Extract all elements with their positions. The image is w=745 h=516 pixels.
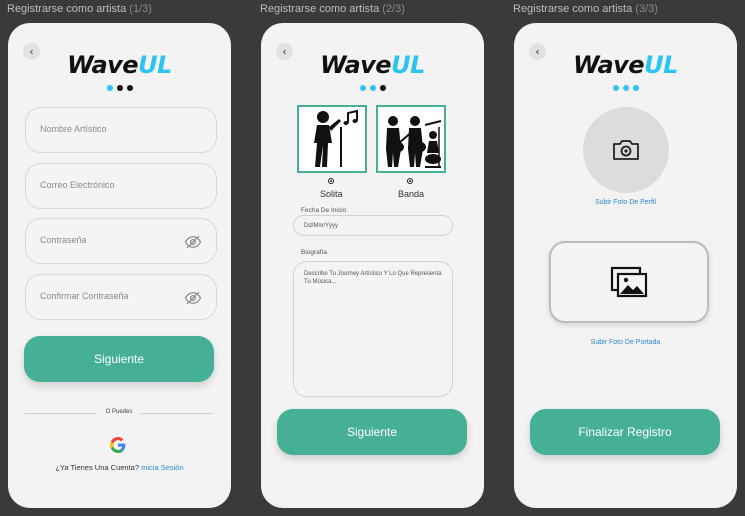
bio-label: Biografía	[301, 249, 328, 256]
frame-title-text: Registrarse como artista	[7, 3, 127, 15]
cover-photo-link[interactable]: Subir Foto De Portada	[514, 339, 737, 346]
frame-title-step-3: Registrarse como artista (3/3)	[513, 3, 658, 15]
eye-off-icon[interactable]	[184, 233, 202, 251]
frame-title-step-1: Registrarse como artista (1/3)	[7, 3, 152, 15]
email-input[interactable]: Correo Electrónico	[25, 163, 217, 209]
divider-text: O Puedes	[105, 409, 133, 415]
next-button[interactable]: Siguiente	[277, 409, 467, 455]
profile-photo-link[interactable]: Subir Foto De Perfil	[514, 199, 737, 206]
finish-registration-button[interactable]: Finalizar Registro	[530, 409, 720, 455]
step-dot-done	[359, 85, 366, 91]
or-divider: O Puedes	[25, 407, 213, 419]
logo-text-wave: Wave	[573, 51, 645, 79]
start-date-placeholder: Dd/Mm/Yyyy	[304, 223, 339, 229]
password-placeholder: Contraseña	[40, 235, 87, 245]
image-gallery-icon	[610, 266, 648, 298]
step-dot-active	[632, 85, 639, 91]
step-dot-done	[622, 85, 629, 91]
band-label: Banda	[398, 189, 425, 199]
logo-text-ul: UL	[138, 51, 172, 79]
step-dot-active	[369, 85, 376, 91]
frame-step-text: (3/3)	[635, 3, 658, 15]
logo-text-wave: Wave	[67, 51, 139, 79]
step-dot	[126, 85, 133, 91]
eye-off-icon[interactable]	[184, 289, 202, 307]
bio-placeholder: Describe Tu Journey Artístico Y Lo Que R…	[304, 271, 442, 286]
artist-name-input[interactable]: Nombre Artístico	[25, 107, 217, 153]
solo-option-card[interactable]	[297, 105, 367, 173]
band-option-card[interactable]	[376, 105, 446, 173]
frame-title-text: Registrarse como artista	[260, 3, 380, 15]
signin-prompt: ¿Ya Tienes Una Cuenta? Inicia Sesión	[8, 463, 231, 472]
camera-icon	[613, 140, 639, 160]
frame-step-text: (1/3)	[129, 3, 152, 15]
start-date-input[interactable]: Dd/Mm/Yyyy	[293, 215, 453, 236]
step-dot-done	[612, 85, 619, 91]
confirm-password-placeholder: Confirmar Contraseña	[40, 291, 129, 301]
bio-textarea[interactable]: Describe Tu Journey Artístico Y Lo Que R…	[293, 261, 453, 397]
step-dot	[116, 85, 123, 91]
start-date-label: Fecha De Inicio	[301, 207, 347, 214]
frame-step-text: (2/3)	[382, 3, 405, 15]
screen-step-2: ‹ WaveUL Solita Banda Fecha De Inicio Dd…	[261, 23, 484, 508]
step-indicator	[261, 85, 484, 91]
divider-line	[141, 413, 213, 414]
profile-photo-upload[interactable]	[583, 107, 669, 193]
step-indicator	[514, 85, 737, 91]
login-link[interactable]: Inicia Sesión	[141, 463, 184, 472]
solo-radio[interactable]	[328, 178, 334, 184]
step-dot	[379, 85, 386, 91]
email-placeholder: Correo Electrónico	[40, 180, 115, 190]
frame-title-step-2: Registrarse como artista (2/3)	[260, 3, 405, 15]
step-indicator	[8, 85, 231, 91]
confirm-password-input[interactable]: Confirmar Contraseña	[25, 274, 217, 320]
band-icon	[386, 116, 442, 168]
logo-text-ul: UL	[391, 51, 425, 79]
app-logo: WaveUL	[8, 51, 231, 79]
logo-text-wave: Wave	[320, 51, 392, 79]
password-input[interactable]: Contraseña	[25, 218, 217, 264]
app-logo: WaveUL	[261, 51, 484, 79]
step-dot-active	[106, 85, 113, 91]
solo-label: Solita	[320, 189, 343, 199]
have-account-text: ¿Ya Tienes Una Cuenta?	[55, 463, 140, 472]
screen-step-1: ‹ WaveUL Nombre Artístico Correo Electró…	[8, 23, 231, 508]
google-icon[interactable]	[110, 437, 126, 453]
artist-name-placeholder: Nombre Artístico	[40, 124, 107, 134]
solo-singer-icon	[314, 109, 358, 167]
logo-text-ul: UL	[644, 51, 678, 79]
band-radio[interactable]	[407, 178, 413, 184]
next-button[interactable]: Siguiente	[24, 336, 214, 382]
frame-title-text: Registrarse como artista	[513, 3, 633, 15]
cover-photo-upload[interactable]	[549, 241, 709, 323]
screen-step-3: ‹ WaveUL Subir Foto De Perfil Subir Foto…	[514, 23, 737, 508]
app-logo: WaveUL	[514, 51, 737, 79]
